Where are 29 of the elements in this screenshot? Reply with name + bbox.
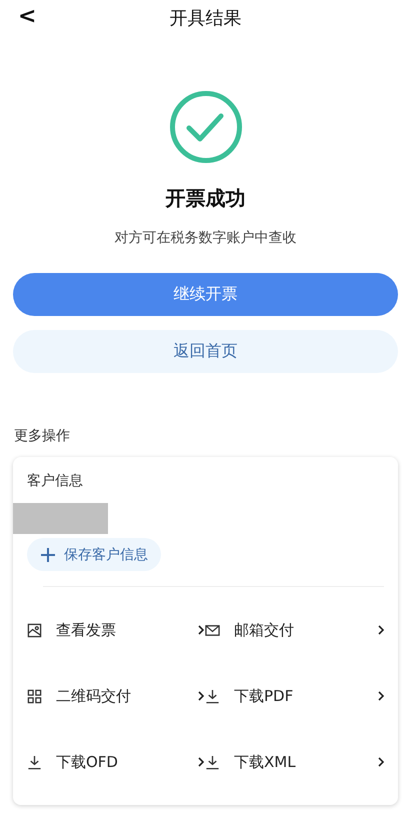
result-subtitle: 对方可在税务数字账户中查收: [114, 229, 298, 247]
download-icon: [27, 754, 42, 770]
action-item[interactable]: 查看发票: [27, 597, 205, 663]
card-title: 客户信息: [27, 472, 84, 490]
action-item[interactable]: 下载XML: [205, 729, 385, 795]
continue-button[interactable]: 继续开票: [13, 273, 398, 316]
chevron-icon: [197, 624, 205, 636]
qr-code-icon: [27, 688, 42, 704]
action-item[interactable]: 下载PDF: [205, 663, 385, 729]
section-title: 更多操作: [14, 427, 71, 445]
chevron-icon: [197, 690, 205, 702]
mail-icon: [205, 622, 220, 638]
download-icon: [205, 688, 220, 704]
plus-icon: [40, 546, 56, 562]
image-icon: [27, 622, 42, 638]
chevron-icon: [377, 624, 385, 636]
save-customer-button[interactable]: 保存客户信息: [27, 538, 161, 571]
action-item[interactable]: 二维码交付: [27, 663, 205, 729]
chevron-icon: [377, 690, 385, 702]
home-button[interactable]: 返回首页: [13, 330, 398, 373]
page-title: 开具结果: [170, 7, 242, 30]
back-button[interactable]: <: [14, 4, 40, 29]
chevron-icon: [377, 756, 385, 768]
download-icon: [205, 754, 220, 770]
action-item[interactable]: 下载OFD: [27, 729, 205, 795]
result-title: 开票成功: [164, 185, 246, 212]
action-item[interactable]: 邮箱交付: [205, 597, 385, 663]
chevron-icon: [197, 756, 205, 768]
success-check-icon: [168, 89, 244, 165]
